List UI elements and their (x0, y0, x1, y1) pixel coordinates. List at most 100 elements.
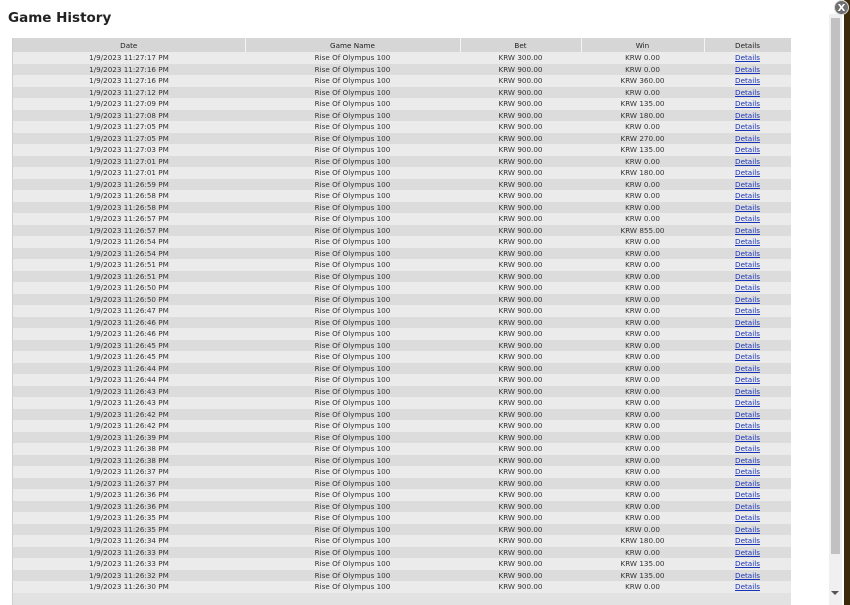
cell-date: 1/9/2023 11:26:51 PM (13, 270, 245, 282)
details-link[interactable]: Details (735, 571, 760, 580)
details-link[interactable]: Details (735, 536, 760, 545)
cell-game-name: Rise Of Olympus 100 (245, 63, 460, 75)
cell-details: Details (704, 109, 791, 121)
details-link[interactable]: Details (735, 433, 760, 442)
details-link[interactable]: Details (735, 364, 760, 373)
details-link[interactable]: Details (735, 145, 760, 154)
table-row: 1/9/2023 11:26:35 PM Rise Of Olympus 100 K… (13, 512, 791, 524)
cell-win: KRW 0.00 (581, 236, 704, 248)
details-link[interactable]: Details (735, 53, 760, 62)
details-link[interactable]: Details (735, 295, 760, 304)
table-body: 1/9/2023 11:27:17 PM Rise Of Olympus 100 K… (13, 52, 791, 593)
table-row: 1/9/2023 11:26:37 PM Rise Of Olympus 100 K… (13, 477, 791, 489)
cell-game-name: Rise Of Olympus 100 (245, 98, 460, 110)
cell-bet: KRW 900.00 (460, 431, 581, 443)
details-link[interactable]: Details (735, 548, 760, 557)
details-link[interactable]: Details (735, 111, 760, 120)
details-link[interactable]: Details (735, 410, 760, 419)
details-link[interactable]: Details (735, 283, 760, 292)
details-link[interactable]: Details (735, 76, 760, 85)
cell-date: 1/9/2023 11:26:54 PM (13, 247, 245, 259)
table-row: 1/9/2023 11:26:42 PM Rise Of Olympus 100 K… (13, 420, 791, 432)
details-link[interactable]: Details (735, 65, 760, 74)
table-row: 1/9/2023 11:26:37 PM Rise Of Olympus 100 K… (13, 466, 791, 478)
cell-win: KRW 0.00 (581, 121, 704, 133)
table-row: 1/9/2023 11:26:45 PM Rise Of Olympus 100 K… (13, 339, 791, 351)
details-link[interactable]: Details (735, 180, 760, 189)
details-link[interactable]: Details (735, 559, 760, 568)
details-link[interactable]: Details (735, 467, 760, 476)
table-row: 1/9/2023 11:26:42 PM Rise Of Olympus 100 K… (13, 408, 791, 420)
cell-game-name: Rise Of Olympus 100 (245, 144, 460, 156)
details-link[interactable]: Details (735, 88, 760, 97)
cell-game-name: Rise Of Olympus 100 (245, 569, 460, 581)
cell-game-name: Rise Of Olympus 100 (245, 132, 460, 144)
details-link[interactable]: Details (735, 191, 760, 200)
cell-game-name: Rise Of Olympus 100 (245, 316, 460, 328)
details-link[interactable]: Details (735, 226, 760, 235)
details-link[interactable]: Details (735, 582, 760, 591)
details-link[interactable]: Details (735, 134, 760, 143)
scrollbar-thumb[interactable] (831, 18, 840, 554)
details-link[interactable]: Details (735, 99, 760, 108)
details-link[interactable]: Details (735, 214, 760, 223)
details-link[interactable]: Details (735, 490, 760, 499)
table-row: 1/9/2023 11:26:57 PM Rise Of Olympus 100 K… (13, 224, 791, 236)
details-link[interactable]: Details (735, 341, 760, 350)
cell-bet: KRW 900.00 (460, 546, 581, 558)
cell-game-name: Rise Of Olympus 100 (245, 167, 460, 179)
details-link[interactable]: Details (735, 387, 760, 396)
cell-date: 1/9/2023 11:26:51 PM (13, 259, 245, 271)
details-link[interactable]: Details (735, 421, 760, 430)
details-link[interactable]: Details (735, 122, 760, 131)
details-link[interactable]: Details (735, 502, 760, 511)
details-link[interactable]: Details (735, 329, 760, 338)
cell-details: Details (704, 316, 791, 328)
cell-details: Details (704, 305, 791, 317)
cell-win: KRW 0.00 (581, 328, 704, 340)
table-row: 1/9/2023 11:27:01 PM Rise Of Olympus 100 K… (13, 167, 791, 179)
details-link[interactable]: Details (735, 168, 760, 177)
details-link[interactable]: Details (735, 306, 760, 315)
cell-details: Details (704, 374, 791, 386)
cell-date: 1/9/2023 11:26:38 PM (13, 454, 245, 466)
table-row: 1/9/2023 11:26:36 PM Rise Of Olympus 100 K… (13, 489, 791, 501)
cell-details: Details (704, 385, 791, 397)
game-history-dialog: Game History Date Game Name Bet Win Deta… (0, 0, 844, 605)
close-button[interactable]: X (834, 0, 849, 15)
table-row: 1/9/2023 11:27:05 PM Rise Of Olympus 100 K… (13, 121, 791, 133)
details-link[interactable]: Details (735, 444, 760, 453)
details-link[interactable]: Details (735, 249, 760, 258)
cell-win: KRW 0.00 (581, 293, 704, 305)
cell-game-name: Rise Of Olympus 100 (245, 178, 460, 190)
details-link[interactable]: Details (735, 375, 760, 384)
details-link[interactable]: Details (735, 318, 760, 327)
details-link[interactable]: Details (735, 157, 760, 166)
details-link[interactable]: Details (735, 479, 760, 488)
cell-date: 1/9/2023 11:26:50 PM (13, 293, 245, 305)
cell-date: 1/9/2023 11:27:03 PM (13, 144, 245, 156)
table-row: 1/9/2023 11:26:34 PM Rise Of Olympus 100 K… (13, 535, 791, 547)
details-link[interactable]: Details (735, 456, 760, 465)
cell-details: Details (704, 523, 791, 535)
table-row: 1/9/2023 11:27:17 PM Rise Of Olympus 100 K… (13, 52, 791, 64)
cell-bet: KRW 900.00 (460, 213, 581, 225)
details-link[interactable]: Details (735, 352, 760, 361)
details-link[interactable]: Details (735, 272, 760, 281)
cell-bet: KRW 900.00 (460, 201, 581, 213)
details-link[interactable]: Details (735, 525, 760, 534)
table-row: 1/9/2023 11:26:44 PM Rise Of Olympus 100 K… (13, 362, 791, 374)
details-link[interactable]: Details (735, 398, 760, 407)
column-header-game-name: Game Name (245, 38, 461, 52)
cell-game-name: Rise Of Olympus 100 (245, 466, 460, 478)
cell-bet: KRW 900.00 (460, 500, 581, 512)
cell-details: Details (704, 236, 791, 248)
details-link[interactable]: Details (735, 203, 760, 212)
details-link[interactable]: Details (735, 513, 760, 522)
vertical-scrollbar[interactable] (829, 14, 842, 605)
column-header-details: Details (704, 38, 791, 52)
scroll-down-arrow-icon[interactable] (831, 591, 839, 595)
details-link[interactable]: Details (735, 260, 760, 269)
details-link[interactable]: Details (735, 237, 760, 246)
cell-details: Details (704, 328, 791, 340)
